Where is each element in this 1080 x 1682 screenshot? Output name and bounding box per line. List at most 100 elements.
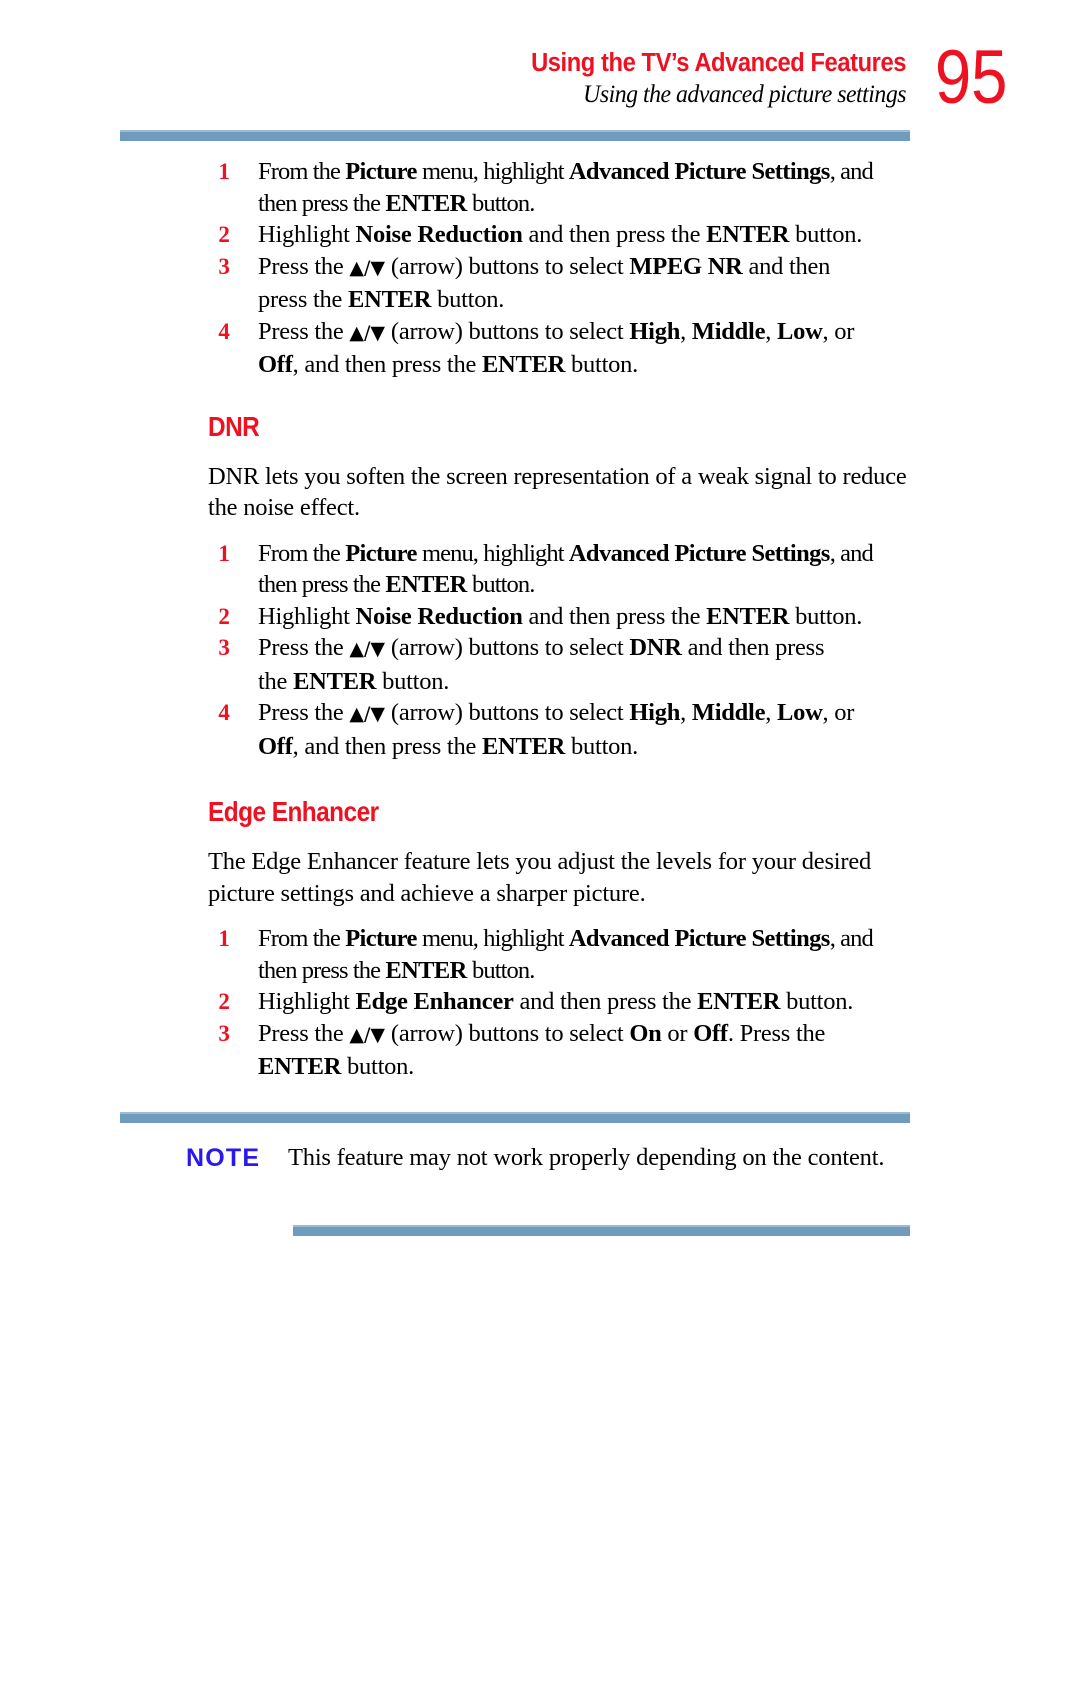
step-text-bold: ENTER	[293, 667, 377, 695]
step-text-bold: Picture	[345, 158, 417, 185]
step-text: Highlight Edge Enhancer and then press t…	[258, 986, 920, 1018]
step-text-part: , and	[829, 925, 874, 952]
step-text-part: (arrow) buttons to select	[385, 634, 630, 661]
list-item: 3 Press the ▲/▼ (arrow) buttons to selec…	[208, 632, 920, 697]
step-text-part: Press the	[258, 634, 350, 661]
step-text-part: and then press the	[513, 988, 698, 1015]
step-text-part: button.	[789, 221, 863, 248]
step-text: Press the ▲/▼ (arrow) buttons to select …	[258, 697, 920, 762]
step-text-part: button.	[466, 189, 535, 217]
step-text-part: (arrow) buttons to select	[385, 317, 630, 345]
list-item: 4 Press the ▲/▼ (arrow) buttons to selec…	[208, 316, 920, 381]
step-text-part: button.	[565, 732, 639, 760]
step-text-part: menu, highlight	[416, 539, 569, 567]
step-text-bold: ENTER	[385, 956, 467, 984]
step-text-part: menu, highlight	[416, 925, 569, 952]
step-number: 4	[218, 700, 230, 725]
list-item: 1 From the Picture menu, highlight Advan…	[208, 156, 920, 219]
step-text-part: , and	[829, 539, 874, 567]
step-text-bold: Advanced Picture Settings	[568, 158, 830, 185]
step-number: 2	[218, 603, 230, 629]
step-text-part: and then press the	[522, 221, 707, 248]
step-text-bold: ENTER	[481, 732, 566, 760]
list-item: 1 From the Picture menu, highlight Advan…	[208, 538, 920, 601]
note-text: This feature may not work properly depen…	[288, 1144, 885, 1171]
step-text-bold: Advanced Picture Settings	[568, 925, 830, 952]
step-text-bold: ENTER	[258, 1053, 342, 1080]
step-text-bold: MPEG NR	[629, 252, 743, 280]
step-text-part: . Press the	[727, 1019, 826, 1047]
step-text-part: ,	[680, 699, 692, 726]
step-text: Press the ▲/▼ (arrow) buttons to select …	[258, 251, 920, 316]
dnr-steps-list: 1 From the Picture menu, highlight Advan…	[208, 538, 920, 763]
list-item: 4 Press the ▲/▼ (arrow) buttons to selec…	[208, 697, 920, 762]
step-text: Highlight Noise Reduction and then press…	[258, 601, 920, 633]
step-text-part: From the	[258, 925, 346, 952]
step-text-bold: Advanced Picture Settings	[568, 539, 830, 567]
section-heading-edge-enhancer: Edge Enhancer	[208, 796, 379, 827]
step-number: 2	[218, 222, 230, 247]
list-item: 1 From the Picture menu, highlight Advan…	[208, 923, 920, 986]
step-text-part: ,	[765, 699, 777, 726]
step-text: Highlight Noise Reduction and then press…	[258, 219, 920, 251]
step-text-part: button.	[789, 602, 863, 630]
step-text-part: and then press	[681, 634, 825, 661]
step-text-part: Press the	[258, 699, 350, 726]
step-text-part: button.	[431, 286, 505, 313]
step-text-part: Highlight	[258, 988, 356, 1015]
arrow-up-down-icon: ▲/▼	[349, 1023, 386, 1046]
note-bottom-rule	[293, 1225, 910, 1236]
step-text-part: , and	[829, 158, 874, 185]
step-text-part: button.	[466, 956, 535, 984]
step-text-part: From the	[258, 539, 346, 567]
step-text: Press the ▲/▼ (arrow) buttons to select …	[258, 1018, 920, 1083]
step-text: Press the ▲/▼ (arrow) buttons to select …	[258, 316, 920, 381]
list-item: 3 Press the ▲/▼ (arrow) buttons to selec…	[208, 1018, 920, 1083]
step-text-part: button.	[565, 351, 639, 378]
arrow-up-down-icon: ▲/▼	[349, 703, 386, 725]
step-text: From the Picture menu, highlight Advance…	[258, 538, 920, 601]
step-text-bold: Noise Reduction	[355, 221, 523, 248]
list-item: 2 Highlight Noise Reduction and then pre…	[208, 601, 920, 633]
step-number: 4	[218, 318, 230, 344]
step-text-bold: Picture	[345, 925, 417, 952]
edge-enhancer-steps-list: 1 From the Picture menu, highlight Advan…	[208, 923, 920, 1083]
page-content: 1 From the Picture menu, highlight Advan…	[208, 156, 920, 1083]
step-text-part: then press the	[258, 189, 386, 217]
page-header: Using the TV’s Advanced Features Using t…	[0, 40, 1080, 140]
step-text-bold: ENTER	[706, 221, 790, 248]
list-item: 2 Highlight Edge Enhancer and then press…	[208, 986, 920, 1018]
step-text-part: (arrow) buttons to select	[385, 699, 630, 726]
step-text-part: and then press the	[522, 602, 707, 630]
arrow-up-down-icon: ▲/▼	[349, 321, 386, 344]
step-text-part: , and then press the	[292, 732, 482, 760]
step-text-part: menu, highlight	[416, 158, 569, 185]
step-text-bold: ENTER	[348, 286, 432, 313]
step-text-bold: ENTER	[481, 351, 566, 378]
step-text-bold: On	[629, 1019, 662, 1047]
step-text-part: then press the	[258, 571, 386, 598]
step-text: Press the ▲/▼ (arrow) buttons to select …	[258, 632, 920, 697]
step-text-part: then press the	[258, 956, 386, 984]
step-text-bold: Off	[258, 351, 293, 378]
note-top-rule	[120, 1112, 910, 1123]
step-number: 3	[218, 1020, 230, 1046]
step-text-bold: Edge Enhancer	[355, 988, 514, 1015]
step-text-bold: Picture	[345, 539, 417, 567]
document-page: Using the TV’s Advanced Features Using t…	[0, 0, 1080, 1682]
section-heading-dnr: DNR	[208, 410, 260, 442]
header-text-block: Using the TV’s Advanced Features Using t…	[206, 48, 906, 112]
step-text-bold: Low	[776, 317, 823, 345]
arrow-up-down-icon: ▲/▼	[349, 256, 386, 279]
step-text-part: (arrow) buttons to select	[385, 252, 630, 280]
step-number: 1	[218, 926, 230, 951]
step-text-part: button.	[341, 1053, 415, 1080]
step-text-part: , and then press the	[292, 351, 482, 378]
step-text-part: (arrow) buttons to select	[385, 1019, 630, 1047]
step-number: 1	[218, 159, 230, 184]
step-text-part: button.	[780, 988, 854, 1015]
list-item: 2 Highlight Noise Reduction and then pre…	[208, 219, 920, 251]
